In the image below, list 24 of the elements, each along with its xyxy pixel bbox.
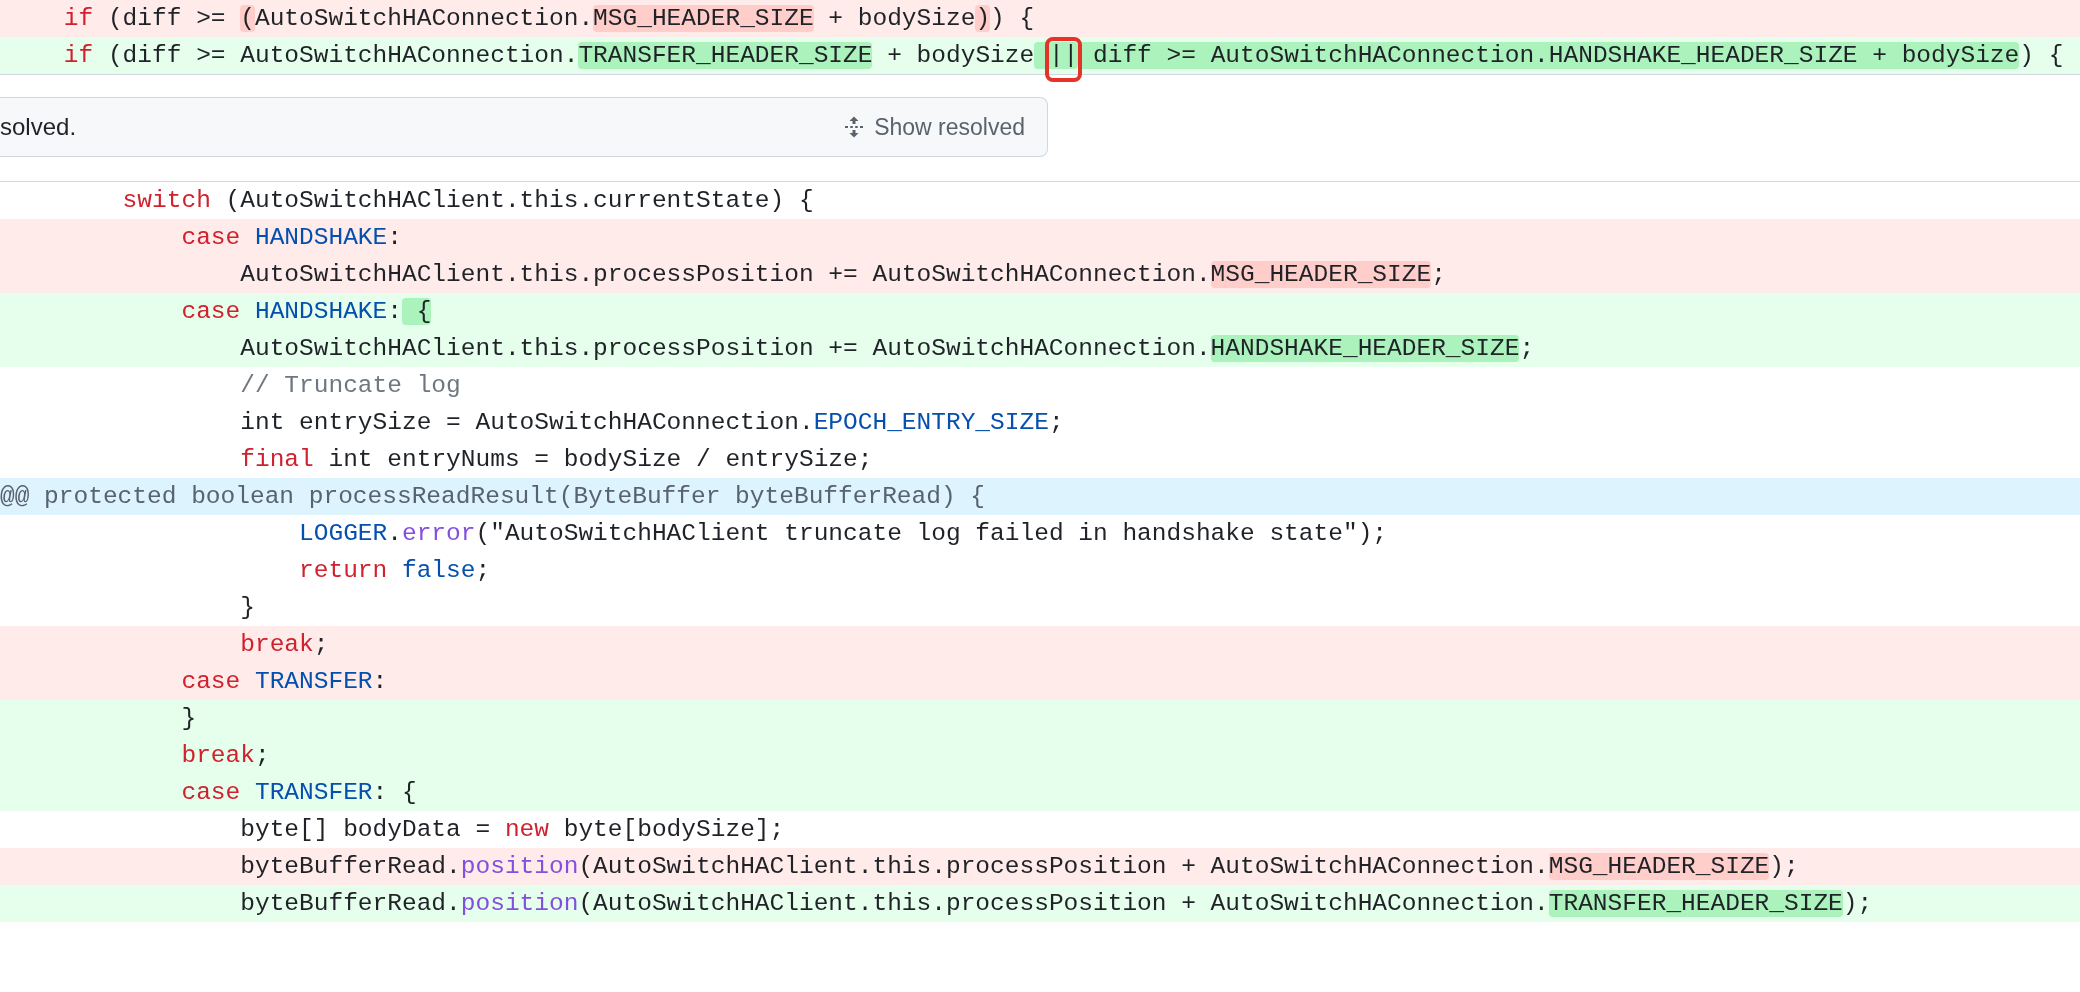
code-text: AutoSwitchHAClient.this.processPosition += AutoSwitchHAConnection.MSG_HEADER_SIZE; — [239, 261, 1446, 288]
code-text: int entrySize = AutoSwitchHAConnection.EPOCH_ENTRY_SIZE; — [239, 409, 1064, 436]
code-text: byteBufferRead.position(AutoSwitchHAClient.this.processPosition + AutoSwitchHAConnection.TRANSFER_HEADER_SIZE); — [239, 890, 1873, 917]
code-text: break; — [180, 742, 270, 769]
code-text: @@ protected boolean processReadResult(ByteBuffer byteBufferRead) { — [0, 483, 986, 510]
code-text: if (diff >= AutoSwitchHAConnection.TRANSFER_HEADER_SIZE + bodySize || diff >= AutoSwitchHAConnection.HANDSHAKE_HEADER_SIZE + bodySize) { — [62, 42, 2064, 69]
code-text: LOGGER.error("AutoSwitchHAClient truncate log failed in handshake state"); — [298, 520, 1388, 547]
code-text: return false; — [298, 557, 491, 584]
code-text: // Truncate log — [239, 372, 461, 399]
code-text: break; — [239, 631, 329, 658]
code-text: switch (AutoSwitchHAClient.this.currentState) { — [121, 187, 814, 214]
code-text: } — [239, 594, 255, 621]
code-text: case HANDSHAKE: { — [180, 298, 432, 325]
show-resolved-button[interactable]: Show resolved — [842, 109, 1025, 145]
code-text: case TRANSFER: — [180, 668, 388, 695]
code-text: } — [180, 705, 197, 732]
code-text: AutoSwitchHAClient.this.processPosition += AutoSwitchHAConnection.HANDSHAKE_HEADER_SIZE; — [239, 335, 1535, 362]
code-text: case TRANSFER: { — [180, 779, 417, 806]
code-text: final int entryNums = bodySize / entrySize; — [239, 446, 873, 473]
code-text: byte[] bodyData = new byte[bodySize]; — [239, 816, 785, 843]
code-text: if (diff >= (AutoSwitchHAConnection.MSG_HEADER_SIZE + bodySize)) { — [62, 5, 1035, 32]
resolved-message: solved. — [0, 113, 77, 141]
code-text: byteBufferRead.position(AutoSwitchHAClient.this.processPosition + AutoSwitchHAConnection.MSG_HEADER_SIZE); — [239, 853, 1799, 880]
code-text: case HANDSHAKE: — [180, 224, 402, 251]
